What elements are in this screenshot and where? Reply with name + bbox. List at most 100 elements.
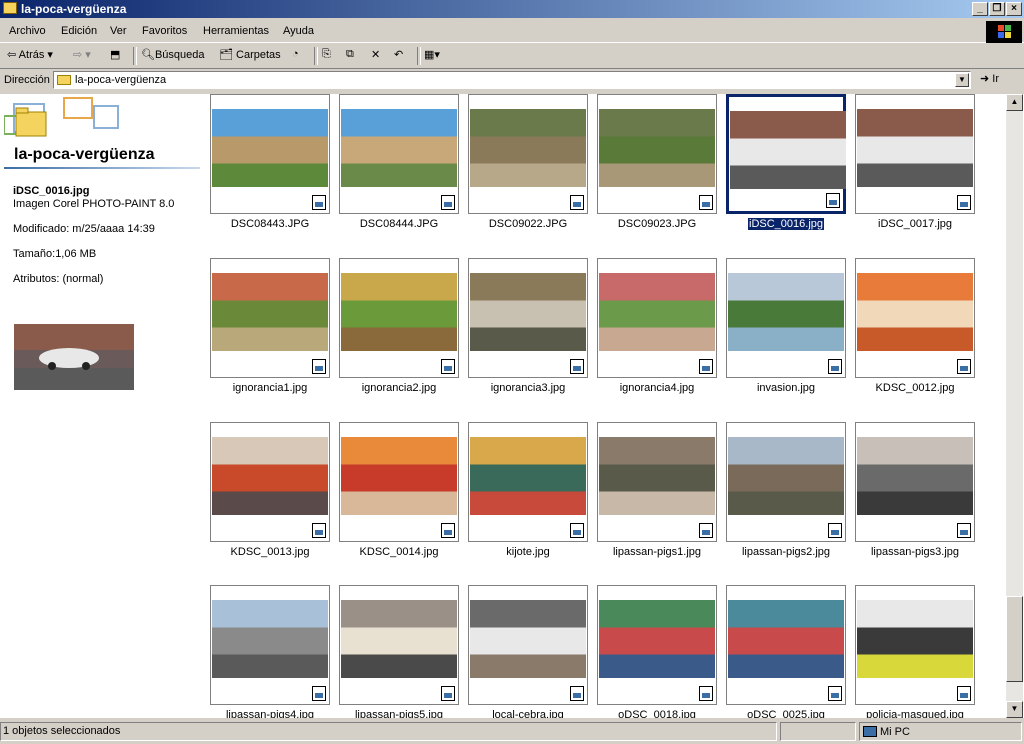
scroll-up-button[interactable]: ▲ <box>1006 94 1023 111</box>
menu-edicion[interactable]: Edición <box>61 25 97 37</box>
thumbnail-image <box>599 600 715 678</box>
thumbnail-frame[interactable] <box>210 585 330 705</box>
thumbnail-frame[interactable] <box>468 422 588 542</box>
thumbnail-frame[interactable] <box>468 94 588 214</box>
file-name-label[interactable]: kijote.jpg <box>458 546 598 558</box>
file-name-label[interactable]: lipassan-pigs4.jpg <box>200 709 340 718</box>
file-name-text: DSC09022.JPG <box>488 218 568 230</box>
image-file-icon <box>699 359 713 374</box>
image-file-icon <box>826 193 840 208</box>
thumbnail-image <box>599 109 715 187</box>
address-dropdown-button[interactable]: ▼ <box>955 73 969 87</box>
file-name-label[interactable]: KDSC_0012.jpg <box>845 382 985 394</box>
file-name-label[interactable]: lipassan-pigs2.jpg <box>716 546 856 558</box>
scroll-down-button[interactable]: ▼ <box>1006 701 1023 718</box>
maximize-button[interactable]: ❐ <box>989 2 1005 16</box>
file-name-label[interactable]: ignorancia2.jpg <box>329 382 469 394</box>
file-name-text: invasion.jpg <box>756 382 816 394</box>
thumbnail-image <box>470 273 586 351</box>
undo-icon[interactable]: ↶ <box>394 48 403 61</box>
back-button[interactable]: ⇦ Atrás ▾ <box>7 48 53 61</box>
thumbnail-frame[interactable] <box>726 258 846 378</box>
file-name-label[interactable]: KDSC_0014.jpg <box>329 546 469 558</box>
file-name-label[interactable]: iDSC_0016.jpg <box>716 218 856 230</box>
image-file-icon <box>957 195 971 210</box>
thumbnail-frame[interactable] <box>726 94 846 214</box>
image-file-icon <box>699 523 713 538</box>
vertical-scrollbar[interactable]: ▲ ▼ <box>1006 94 1023 718</box>
thumbnail-frame[interactable] <box>855 258 975 378</box>
minimize-button[interactable]: _ <box>972 2 988 16</box>
scroll-thumb[interactable] <box>1006 596 1023 682</box>
address-label: Dirección <box>4 74 50 86</box>
thumbnail-frame[interactable] <box>210 422 330 542</box>
thumbnail-frame[interactable] <box>339 585 459 705</box>
menu-ver[interactable]: Ver <box>110 25 127 37</box>
history-icon[interactable]: ◔ <box>292 48 299 60</box>
thumbnail-frame[interactable] <box>855 422 975 542</box>
close-button[interactable]: × <box>1006 2 1022 16</box>
file-name-label[interactable]: lipassan-pigs5.jpg <box>329 709 469 718</box>
forward-button[interactable]: ⇨ ▾ <box>73 48 91 61</box>
menu-favoritos[interactable]: Favoritos <box>142 25 187 37</box>
menu-archivo[interactable]: Archivo <box>9 25 46 37</box>
file-name-text: KDSC_0012.jpg <box>875 382 955 394</box>
file-name-label[interactable]: DSC08444.JPG <box>329 218 469 230</box>
thumbnail-frame[interactable] <box>210 258 330 378</box>
thumbnail-image <box>470 109 586 187</box>
thumbnail-image <box>728 273 844 351</box>
delete-icon[interactable]: ✕ <box>371 48 380 61</box>
file-name-label[interactable]: ignorancia4.jpg <box>587 382 727 394</box>
thumbnail-frame[interactable] <box>726 422 846 542</box>
up-folder-icon[interactable]: ⬒ <box>110 48 120 61</box>
file-name-label[interactable]: policia-masqued.jpg <box>845 709 985 718</box>
file-name-text: lipassan-pigs5.jpg <box>354 709 444 718</box>
thumbnail-frame[interactable] <box>210 94 330 214</box>
selected-file-attributes: Atributos: (normal) <box>13 273 104 285</box>
file-name-label[interactable]: DSC09023.JPG <box>587 218 727 230</box>
search-button[interactable]: 🔍︎Búsqueda <box>141 48 205 61</box>
thumbnail-image <box>728 600 844 678</box>
file-name-label[interactable]: iDSC_0017.jpg <box>845 218 985 230</box>
thumbnail-frame[interactable] <box>339 258 459 378</box>
thumbnail-frame[interactable] <box>726 585 846 705</box>
go-button[interactable]: ➜ Ir <box>980 72 999 85</box>
thumbnail-frame[interactable] <box>597 94 717 214</box>
thumbnail-frame[interactable] <box>468 258 588 378</box>
menu-herramientas[interactable]: Herramientas <box>203 25 269 37</box>
file-name-label[interactable]: lipassan-pigs1.jpg <box>587 546 727 558</box>
views-icon[interactable]: ▦▾ <box>424 48 440 61</box>
thumbnail-frame[interactable] <box>855 94 975 214</box>
thumbnail-frame[interactable] <box>597 422 717 542</box>
toolbar-separator <box>133 47 137 65</box>
file-name-label[interactable]: ignorancia3.jpg <box>458 382 598 394</box>
file-name-label[interactable]: oDSC_0018.jpg <box>587 709 727 718</box>
thumbnail-frame[interactable] <box>597 585 717 705</box>
image-file-icon <box>312 359 326 374</box>
file-name-label[interactable]: lipassan-pigs3.jpg <box>845 546 985 558</box>
copy-to-icon[interactable]: ⧉ <box>346 48 354 61</box>
thumbnail-frame[interactable] <box>855 585 975 705</box>
toolbar-separator <box>417 47 421 65</box>
file-name-label[interactable]: invasion.jpg <box>716 382 856 394</box>
file-name-text: policia-masqued.jpg <box>866 709 964 718</box>
file-name-label[interactable]: DSC08443.JPG <box>200 218 340 230</box>
thumbnail-frame[interactable] <box>468 585 588 705</box>
thumbnail-frame[interactable] <box>339 422 459 542</box>
file-name-label[interactable]: ignorancia1.jpg <box>200 382 340 394</box>
folders-button[interactable]: 🗂︎ Carpetas <box>219 48 281 61</box>
file-name-label[interactable]: DSC09022.JPG <box>458 218 598 230</box>
toolbar-separator <box>314 47 318 65</box>
file-name-label[interactable]: local-cebra.jpg <box>458 709 598 718</box>
address-input[interactable]: la-poca-vergüenza ▼ <box>53 71 971 89</box>
file-name-label[interactable]: KDSC_0013.jpg <box>200 546 340 558</box>
thumbnail-frame[interactable] <box>339 94 459 214</box>
title-bar[interactable]: la-poca-vergüenza _ ❐ × <box>0 0 1024 18</box>
move-to-icon[interactable]: ⎘ <box>322 48 331 61</box>
image-file-icon <box>441 523 455 538</box>
thumbnail-image <box>728 437 844 515</box>
file-name-label[interactable]: oDSC_0025.jpg <box>716 709 856 718</box>
thumbnail-frame[interactable] <box>597 258 717 378</box>
thumbnail-image <box>341 600 457 678</box>
menu-ayuda[interactable]: Ayuda <box>283 25 314 37</box>
